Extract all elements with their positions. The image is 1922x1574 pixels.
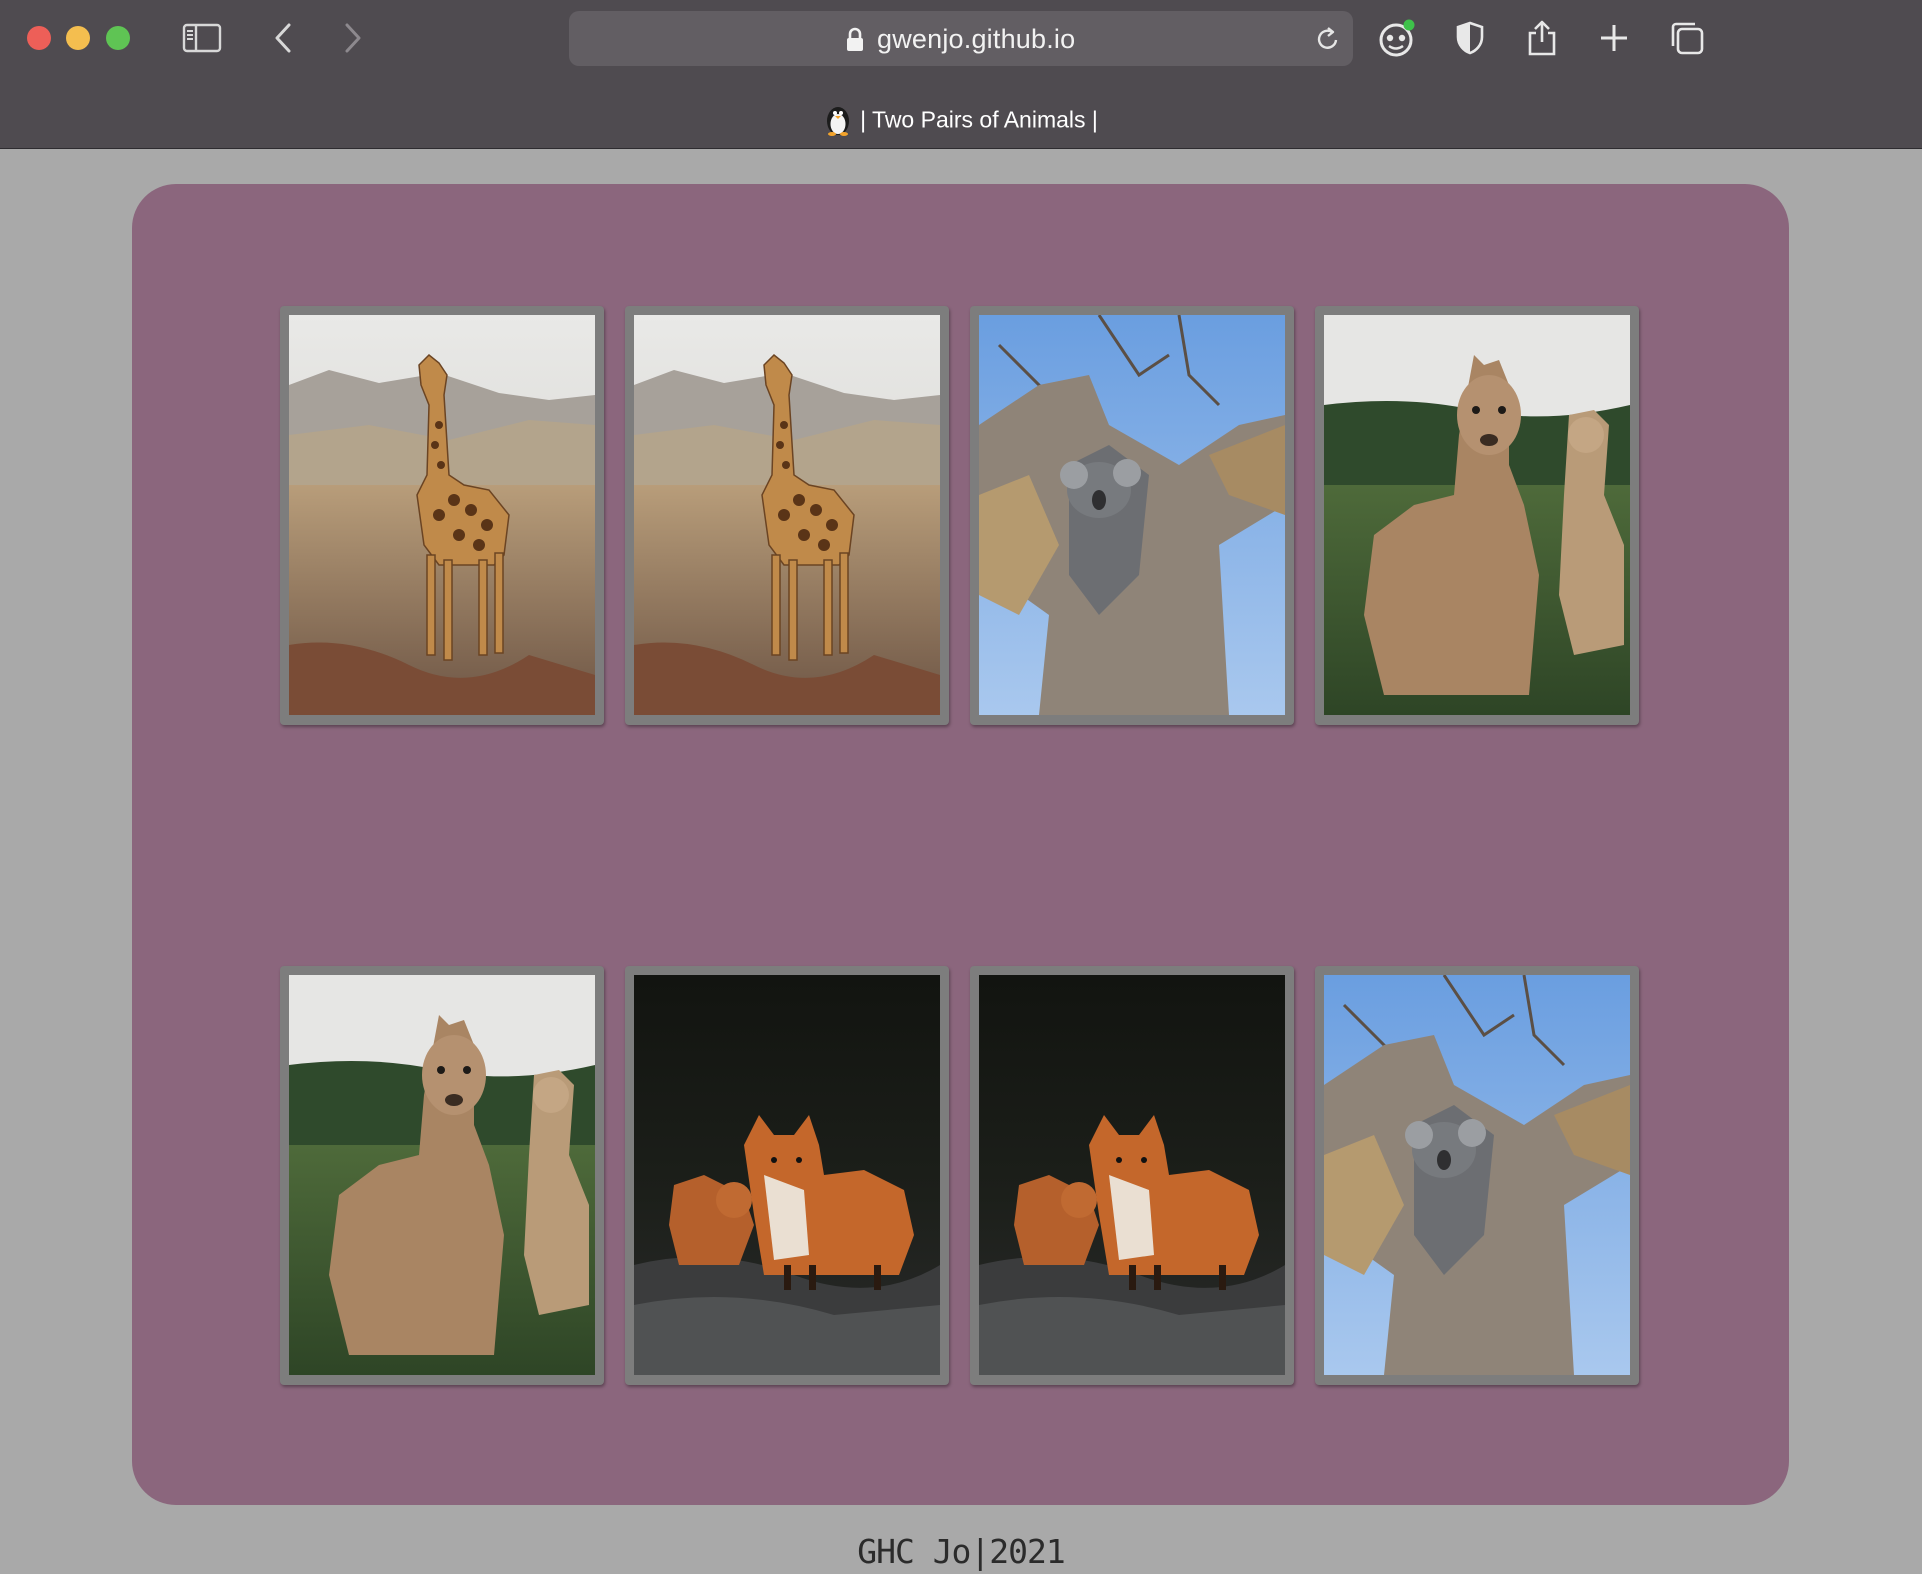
giraffe-photo [634,315,940,715]
memory-card[interactable] [970,306,1294,725]
memory-card[interactable] [280,966,604,1385]
privacy-report-button[interactable] [1452,14,1488,62]
url-text: gwenjo.github.io [877,24,1076,54]
game-board [132,184,1789,1505]
lock-icon [847,27,863,51]
memory-card[interactable] [280,306,604,725]
alpaca-photo [289,975,595,1375]
minimize-window-button[interactable] [66,26,90,50]
forward-button[interactable] [338,14,368,62]
extension-button[interactable] [1376,14,1418,62]
tabs-overview-icon [1671,22,1704,55]
koala-photo [979,315,1285,715]
footer-credit: GHC Jo|2021 [857,1532,1066,1571]
back-icon [275,23,291,53]
zoom-window-button[interactable] [106,26,130,50]
extension-icon [1379,19,1415,57]
reload-icon[interactable] [1315,25,1341,53]
fox-photo [979,975,1285,1375]
memory-card[interactable] [625,966,949,1385]
back-button[interactable] [268,14,298,62]
new-tab-icon [1601,25,1627,51]
tab-overview-button[interactable] [1668,14,1706,62]
new-tab-button[interactable] [1596,14,1632,62]
alpaca-photo [1324,315,1630,715]
privacy-shield-icon [1456,21,1484,55]
sidebar-icon [182,23,222,53]
penguin-favicon-icon [827,107,850,136]
forward-icon [345,23,361,53]
koala-photo [1324,975,1630,1375]
address-bar[interactable]: gwenjo.github.io [569,11,1353,66]
browser-toolbar: gwenjo.github.io | Two Pairs of Animals … [0,0,1922,149]
fox-photo [634,975,940,1375]
share-icon [1528,20,1556,56]
memory-card[interactable] [625,306,949,725]
sidebar-toggle-button[interactable] [180,14,224,62]
memory-card[interactable] [1315,966,1639,1385]
active-tab[interactable]: | Two Pairs of Animals | [0,104,1922,136]
close-window-button[interactable] [27,26,51,50]
memory-card[interactable] [1315,306,1639,725]
memory-card[interactable] [970,966,1294,1385]
giraffe-photo [289,315,595,715]
tab-title-text: | Two Pairs of Animals | [860,106,1098,133]
share-button[interactable] [1524,14,1560,62]
